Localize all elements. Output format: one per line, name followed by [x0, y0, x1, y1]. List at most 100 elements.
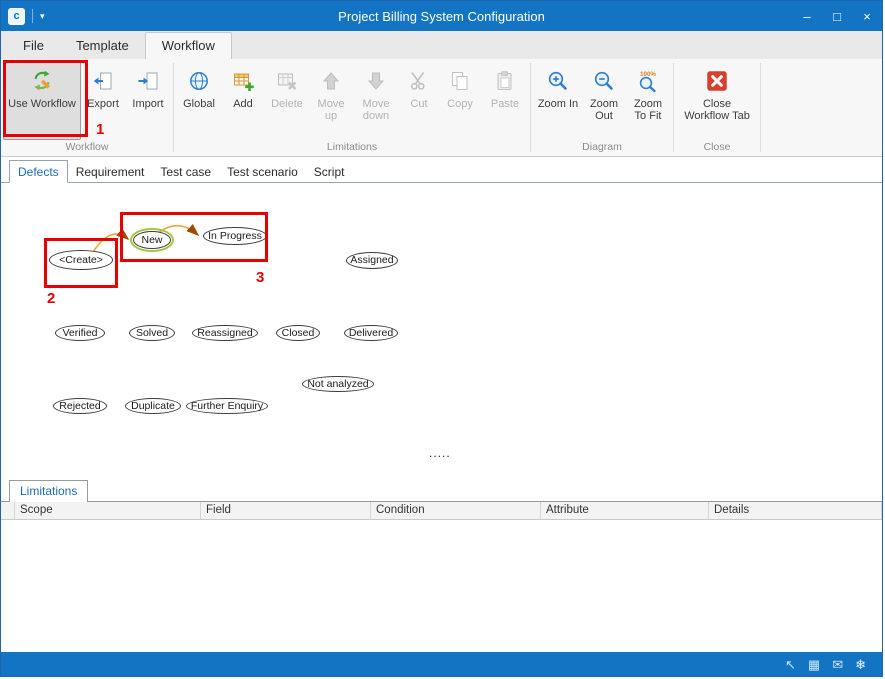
svg-text:100%: 100%	[640, 71, 656, 78]
zoom-out-label: Zoom Out	[586, 98, 622, 122]
zoom-to-fit-icon: 100%	[636, 66, 660, 96]
workflow-node[interactable]: Solved	[129, 325, 175, 341]
export-label: Export	[87, 98, 119, 110]
tab-test-case[interactable]: Test case	[152, 161, 219, 182]
select-tool-icon[interactable]: ↖	[785, 658, 796, 671]
add-button[interactable]: Add	[222, 61, 264, 140]
zoom-to-fit-button[interactable]: 100% Zoom To Fit	[625, 61, 671, 140]
workflow-node[interactable]: Reassigned	[192, 325, 258, 341]
export-icon	[91, 66, 115, 96]
workflow-canvas[interactable]: ..... <Create> New In Progress Assigned Veri…	[1, 183, 882, 478]
ribbon-group-label-diagram: Diagram	[533, 140, 671, 156]
import-icon	[136, 66, 160, 96]
mail-icon[interactable]: ✉	[832, 658, 843, 671]
move-down-icon	[364, 66, 388, 96]
ribbon-separator	[530, 63, 531, 152]
grid-icon[interactable]: ▦	[808, 658, 820, 671]
zoom-in-button[interactable]: Zoom In	[533, 61, 583, 140]
move-down-button: Move down	[352, 61, 400, 140]
workflow-node[interactable]: Assigned	[346, 252, 398, 269]
app-icon[interactable]: c	[8, 8, 25, 25]
import-label: Import	[132, 98, 163, 110]
cut-button: Cut	[400, 61, 438, 140]
close-tab-icon	[704, 66, 730, 96]
zoom-in-label: Zoom In	[538, 98, 578, 110]
delete-button: Delete	[264, 61, 310, 140]
workflow-node[interactable]: Duplicate	[125, 398, 181, 414]
import-button[interactable]: Import	[125, 61, 171, 140]
limitations-grid-header: Scope Field Condition Attribute Details	[1, 502, 882, 520]
ribbon-group-close: Close Workflow Tab Close	[676, 59, 758, 156]
zoom-to-fit-label: Zoom To Fit	[628, 98, 668, 122]
column-header-attribute[interactable]: Attribute	[541, 502, 709, 519]
zoom-in-icon	[546, 66, 570, 96]
paste-button: Paste	[482, 61, 528, 140]
row-selector-column-header	[1, 502, 15, 519]
status-bar: ↖ ▦ ✉ ❄	[1, 652, 882, 676]
title-bar: c ▾ Project Billing System Configuration…	[1, 1, 882, 31]
move-up-icon	[319, 66, 343, 96]
tab-file[interactable]: File	[7, 33, 60, 59]
ribbon-group-label-limitations: Limitations	[176, 140, 528, 156]
delete-table-icon	[275, 66, 299, 96]
workflow-node[interactable]: <Create>	[49, 250, 113, 270]
global-button[interactable]: Global	[176, 61, 222, 140]
cut-label: Cut	[410, 98, 427, 110]
minimize-button[interactable]: –	[792, 1, 822, 31]
add-table-icon	[231, 66, 255, 96]
workflow-node[interactable]: Delivered	[344, 325, 398, 341]
tab-test-scenario[interactable]: Test scenario	[219, 161, 306, 182]
move-down-label: Move down	[355, 98, 397, 122]
workflow-node[interactable]: New	[133, 231, 171, 249]
clipboard-icon	[493, 66, 517, 96]
limitations-tab-bar: Limitations	[1, 478, 882, 502]
paste-label: Paste	[491, 98, 519, 110]
column-header-details[interactable]: Details	[709, 502, 882, 519]
zoom-out-button[interactable]: Zoom Out	[583, 61, 625, 140]
export-button[interactable]: Export	[81, 61, 125, 140]
ribbon-separator	[760, 63, 761, 152]
maximize-button[interactable]: □	[822, 1, 852, 31]
column-header-field[interactable]: Field	[201, 502, 371, 519]
ribbon-separator	[173, 63, 174, 152]
ribbon-group-limitations: Global Add	[176, 59, 528, 156]
app-window: c ▾ Project Billing System Configuration…	[0, 0, 883, 677]
workflow-node[interactable]: Rejected	[53, 398, 107, 414]
tab-template[interactable]: Template	[60, 33, 145, 59]
move-up-label: Move up	[313, 98, 349, 122]
tab-defects[interactable]: Defects	[9, 160, 68, 183]
globe-icon	[187, 66, 211, 96]
use-workflow-button[interactable]: Use Workflow	[3, 61, 81, 140]
window-title: Project Billing System Configuration	[1, 9, 882, 24]
column-header-scope[interactable]: Scope	[15, 502, 201, 519]
close-button[interactable]: ×	[852, 1, 882, 31]
snowflake-icon[interactable]: ❄	[855, 658, 866, 671]
workflow-node[interactable]: In Progress	[203, 227, 267, 245]
use-workflow-icon	[29, 66, 55, 96]
copy-icon	[448, 66, 472, 96]
tab-script[interactable]: Script	[306, 161, 353, 182]
workflow-node[interactable]: Not analyzed	[302, 376, 374, 392]
quick-access-dropdown-icon[interactable]: ▾	[40, 11, 45, 22]
ellipsis-text: .....	[429, 446, 451, 460]
workflow-node[interactable]: Verified	[55, 325, 105, 341]
ribbon-group-diagram: Zoom In Zoom Out 100%	[533, 59, 671, 156]
window-controls: – □ ×	[792, 1, 882, 31]
workflow-node[interactable]: Further Enquiry	[186, 398, 268, 414]
tab-requirement[interactable]: Requirement	[68, 161, 153, 182]
column-header-condition[interactable]: Condition	[371, 502, 541, 519]
ribbon-group-label-workflow: Workflow	[3, 140, 171, 156]
workflow-node[interactable]: Closed	[276, 325, 320, 341]
titlebar-separator	[32, 9, 33, 23]
ribbon-separator	[673, 63, 674, 152]
add-label: Add	[233, 98, 253, 110]
tab-workflow[interactable]: Workflow	[145, 32, 232, 59]
close-workflow-tab-label: Close Workflow Tab	[679, 98, 755, 122]
copy-label: Copy	[447, 98, 473, 110]
tab-limitations[interactable]: Limitations	[9, 480, 88, 502]
global-label: Global	[183, 98, 215, 110]
limitations-grid-body[interactable]	[1, 520, 882, 648]
ribbon-group-label-close: Close	[676, 140, 758, 156]
workflow-tab-bar: Defects Requirement Test case Test scena…	[1, 157, 882, 183]
close-workflow-tab-button[interactable]: Close Workflow Tab	[676, 61, 758, 140]
